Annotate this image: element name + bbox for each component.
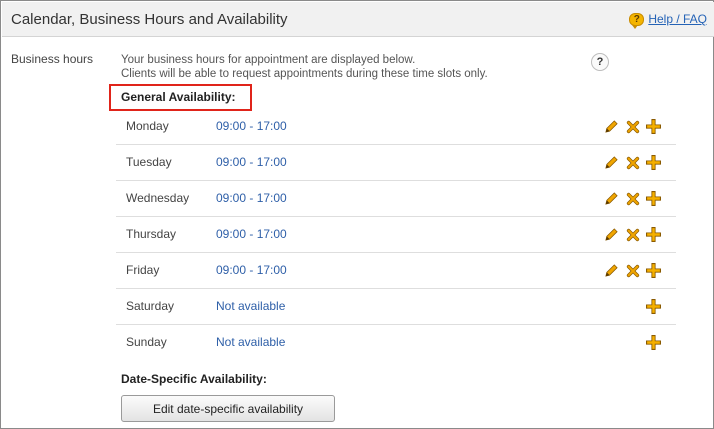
page-header: Calendar, Business Hours and Availabilit… xyxy=(2,2,714,37)
availability-row: Wednesday 09:00 - 17:00 xyxy=(116,181,676,217)
hours-value[interactable]: 09:00 - 17:00 xyxy=(216,155,287,169)
plus-icon[interactable] xyxy=(645,118,662,135)
x-icon[interactable] xyxy=(624,154,641,171)
pencil-icon[interactable] xyxy=(603,226,620,243)
availability-row: Sunday Not available xyxy=(116,325,676,361)
availability-list: Monday 09:00 - 17:00 Tuesday 09:00 - 17:00 W… xyxy=(116,109,676,361)
pencil-icon[interactable] xyxy=(603,154,620,171)
plus-icon[interactable] xyxy=(645,154,662,171)
pencil-icon[interactable] xyxy=(603,118,620,135)
plus-icon[interactable] xyxy=(645,226,662,243)
day-label: Friday xyxy=(126,263,160,277)
row-actions xyxy=(645,298,662,315)
help-faq-link[interactable]: ? Help / FAQ xyxy=(629,12,707,29)
x-icon[interactable] xyxy=(624,262,641,279)
plus-icon[interactable] xyxy=(645,190,662,207)
page-title: Calendar, Business Hours and Availabilit… xyxy=(11,11,288,28)
availability-row: Thursday 09:00 - 17:00 xyxy=(116,217,676,253)
x-icon[interactable] xyxy=(624,190,641,207)
intro-line-1: Your business hours for appointment are … xyxy=(121,54,416,66)
hours-value[interactable]: Not available xyxy=(216,335,285,349)
day-label: Tuesday xyxy=(126,155,172,169)
pencil-icon[interactable] xyxy=(603,262,620,279)
help-bubble-icon: ? xyxy=(629,12,645,29)
help-faq-label[interactable]: Help / FAQ xyxy=(648,12,707,26)
day-label: Wednesday xyxy=(126,191,190,205)
row-actions xyxy=(603,118,662,135)
row-actions xyxy=(603,226,662,243)
availability-row: Monday 09:00 - 17:00 xyxy=(116,109,676,145)
business-hours-label: Business hours xyxy=(11,52,94,66)
business-hours-intro: Your business hours for appointment are … xyxy=(121,53,488,81)
x-icon[interactable] xyxy=(624,226,641,243)
plus-icon[interactable] xyxy=(645,262,662,279)
day-label: Thursday xyxy=(126,227,177,241)
general-availability-heading: General Availability: xyxy=(121,90,236,104)
question-mark-icon[interactable]: ? xyxy=(591,53,609,71)
hours-value[interactable]: 09:00 - 17:00 xyxy=(216,191,287,205)
pencil-icon[interactable] xyxy=(603,190,620,207)
row-actions xyxy=(603,154,662,171)
plus-icon[interactable] xyxy=(645,334,662,351)
row-actions xyxy=(603,262,662,279)
availability-row: Friday 09:00 - 17:00 xyxy=(116,253,676,289)
x-icon[interactable] xyxy=(624,118,641,135)
day-label: Sunday xyxy=(126,335,167,349)
hours-value[interactable]: 09:00 - 17:00 xyxy=(216,263,287,277)
app-frame: Calendar, Business Hours and Availabilit… xyxy=(0,0,714,429)
plus-icon[interactable] xyxy=(645,298,662,315)
hours-value[interactable]: 09:00 - 17:00 xyxy=(216,227,287,241)
day-label: Monday xyxy=(126,119,169,133)
edit-date-specific-button[interactable]: Edit date-specific availability xyxy=(121,395,335,422)
row-actions xyxy=(645,334,662,351)
date-specific-heading: Date-Specific Availability: xyxy=(121,372,267,386)
row-actions xyxy=(603,190,662,207)
availability-row: Tuesday 09:00 - 17:00 xyxy=(116,145,676,181)
availability-row: Saturday Not available xyxy=(116,289,676,325)
hours-value[interactable]: Not available xyxy=(216,299,285,313)
intro-line-2: Clients will be able to request appointm… xyxy=(121,68,488,80)
hours-value[interactable]: 09:00 - 17:00 xyxy=(216,119,287,133)
day-label: Saturday xyxy=(126,299,175,313)
